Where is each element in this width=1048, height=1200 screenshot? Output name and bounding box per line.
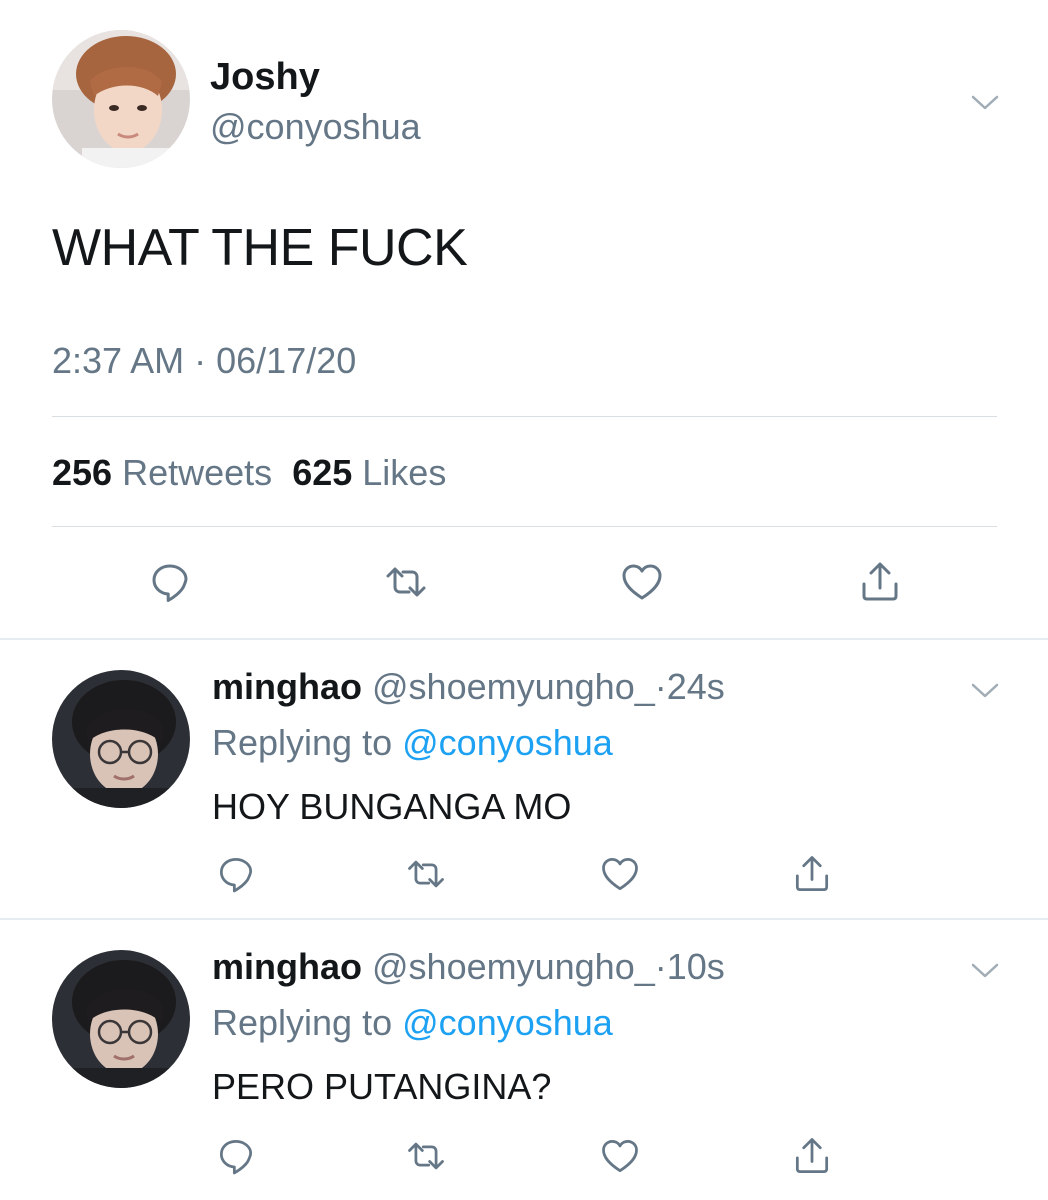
profile-photo xyxy=(52,30,190,168)
share-icon[interactable] xyxy=(856,558,904,606)
meta-separator: · xyxy=(654,666,667,707)
meta-separator: · xyxy=(194,340,207,381)
tweet-text: WHAT THE FUCK xyxy=(52,219,468,277)
user-handle[interactable]: @shoemyungho_ xyxy=(372,946,655,987)
heart-icon[interactable] xyxy=(598,1134,642,1178)
reply-header: minghao @shoemyungho_·24s xyxy=(212,666,725,708)
likes-stat[interactable]: 625 Likes xyxy=(292,452,446,493)
heart-icon[interactable] xyxy=(618,558,666,606)
retweets-stat[interactable]: 256 Retweets xyxy=(52,452,272,493)
retweet-icon[interactable] xyxy=(382,558,430,606)
tweet-timestamp: 2:37 AM · 06/17/20 xyxy=(52,340,356,382)
retweet-icon[interactable] xyxy=(404,1134,448,1178)
likes-count: 625 xyxy=(292,452,353,493)
user-handle[interactable]: @conyoshua xyxy=(210,106,421,148)
avatar[interactable] xyxy=(52,670,190,808)
reply-icon[interactable] xyxy=(146,558,194,606)
heart-icon[interactable] xyxy=(598,852,642,896)
profile-photo xyxy=(52,950,190,1088)
reply-icon[interactable] xyxy=(214,852,258,896)
time-ago: 24s xyxy=(666,666,725,707)
chevron-down-icon[interactable] xyxy=(970,960,1000,980)
profile-photo xyxy=(52,670,190,808)
reply-tweet[interactable]: minghao @shoemyungho_·10s Replying to @c… xyxy=(0,920,1048,1200)
divider xyxy=(52,416,997,417)
replying-prefix: Replying to xyxy=(212,1002,393,1043)
tweet-text: PERO PUTANGINA? xyxy=(212,1066,552,1107)
replying-to: Replying to @conyoshua xyxy=(212,722,613,764)
reply-header: minghao @shoemyungho_·10s xyxy=(212,946,725,988)
time-ago: 10s xyxy=(666,946,725,987)
chevron-down-icon[interactable] xyxy=(970,92,1000,112)
tweet-time: 2:37 AM xyxy=(52,340,185,381)
user-handle[interactable]: @shoemyungho_ xyxy=(372,666,655,707)
retweets-count: 256 xyxy=(52,452,113,493)
chevron-down-icon[interactable] xyxy=(970,680,1000,700)
display-name[interactable]: Joshy xyxy=(210,56,320,99)
likes-label: Likes xyxy=(362,452,447,493)
tweet-text: HOY BUNGANGA MO xyxy=(212,786,572,827)
reply-tweet[interactable]: minghao @shoemyungho_·24s Replying to @c… xyxy=(0,640,1048,920)
mention-link[interactable]: @conyoshua xyxy=(402,1002,613,1043)
replying-to: Replying to @conyoshua xyxy=(212,1002,613,1044)
display-name[interactable]: minghao xyxy=(212,946,362,987)
retweets-label: Retweets xyxy=(122,452,273,493)
tweet-date: 06/17/20 xyxy=(216,340,357,381)
mention-link[interactable]: @conyoshua xyxy=(402,722,613,763)
replying-prefix: Replying to xyxy=(212,722,393,763)
reply-icon[interactable] xyxy=(214,1134,258,1178)
main-tweet: Joshy @conyoshua WHAT THE FUCK 2:37 AM ·… xyxy=(0,0,1048,640)
divider xyxy=(52,526,997,527)
share-icon[interactable] xyxy=(790,1134,834,1178)
retweet-icon[interactable] xyxy=(404,852,448,896)
meta-separator: · xyxy=(654,946,667,987)
avatar[interactable] xyxy=(52,30,190,168)
tweet-stats: 256 Retweets 625 Likes xyxy=(52,452,446,494)
share-icon[interactable] xyxy=(790,852,834,896)
avatar[interactable] xyxy=(52,950,190,1088)
display-name[interactable]: minghao xyxy=(212,666,362,707)
